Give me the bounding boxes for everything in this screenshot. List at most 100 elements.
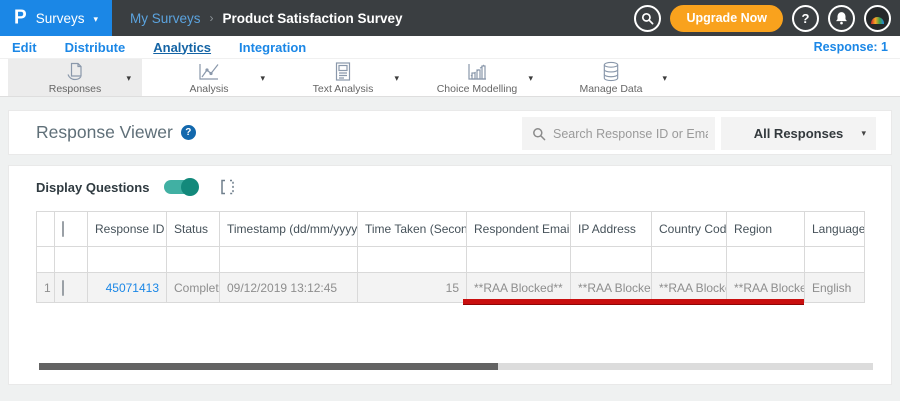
viewer-controls: All Responses ▾ <box>522 117 876 150</box>
row-number-header <box>36 211 55 247</box>
search-icon <box>641 12 654 25</box>
column-label: Respondent Email <box>474 222 571 236</box>
choice-modelling-icon <box>465 61 489 82</box>
response-grid: Response ID▼ Status Timestamp (dd/mm/yyy… <box>36 211 865 303</box>
filter-selected-value: All Responses <box>753 126 844 141</box>
row-checkbox[interactable] <box>62 279 64 296</box>
filter-cell[interactable] <box>466 246 571 273</box>
filter-cell <box>36 246 55 273</box>
col-timestamp[interactable]: Timestamp (dd/mm/yyyy)⇅ <box>219 211 358 247</box>
row-number-cell: 1 <box>36 272 55 303</box>
column-label: Time Taken (Seconds) <box>365 222 467 236</box>
text-analysis-icon <box>333 61 353 82</box>
cell-time-taken: 15 <box>357 272 467 303</box>
col-region[interactable]: Region <box>726 211 805 247</box>
cell-timestamp: 09/12/2019 13:12:45 <box>219 272 358 303</box>
chevron-down-icon[interactable]: ▾ <box>662 73 667 84</box>
cell-respondent-email: **RAA Blocked** <box>466 272 571 303</box>
chevron-down-icon[interactable]: ▾ <box>394 73 399 84</box>
survey-nav: Edit Distribute Analytics Integration Re… <box>0 36 900 58</box>
table-controls: Display Questions <box>36 178 236 196</box>
col-status[interactable]: Status <box>166 211 220 247</box>
surveys-menu[interactable]: P Surveys ▾ <box>0 0 112 36</box>
search-button[interactable] <box>634 4 662 32</box>
topbar-actions: Upgrade Now ? <box>634 4 900 32</box>
response-search-box[interactable] <box>522 117 715 150</box>
col-language[interactable]: Language <box>804 211 865 247</box>
filter-cell[interactable] <box>166 246 220 273</box>
filter-cell <box>54 246 88 273</box>
toolbar-item-manage-data[interactable]: Manage Data ▾ <box>544 59 678 96</box>
bell-icon <box>835 11 848 25</box>
filter-cell[interactable] <box>357 246 467 273</box>
toolbar-item-analysis[interactable]: Analysis ▾ <box>142 59 276 96</box>
cell-country-code: **RAA Blocked** <box>651 272 727 303</box>
cell-status: Completed <box>166 272 220 303</box>
column-label: Response ID <box>95 222 165 236</box>
filter-cell[interactable] <box>651 246 727 273</box>
viewer-help-icon[interactable]: ? <box>180 125 196 140</box>
cell-region: **RAA Blocked** <box>726 272 805 303</box>
response-id-link[interactable]: 45071413 <box>106 281 159 295</box>
filter-cell[interactable] <box>570 246 652 273</box>
horizontal-scrollbar[interactable] <box>39 363 873 370</box>
toolbar-item-choice-modelling[interactable]: Choice Modelling ▾ <box>410 59 544 96</box>
nav-tab-distribute[interactable]: Distribute <box>65 40 126 55</box>
filter-cell[interactable] <box>219 246 358 273</box>
breadcrumb-survey-title: Product Satisfaction Survey <box>222 10 403 26</box>
help-button[interactable]: ? <box>792 4 819 32</box>
toolbar-label: Text Analysis <box>312 82 374 95</box>
col-time-taken[interactable]: Time Taken (Seconds)⇅ <box>357 211 467 247</box>
toolbar-label: Analysis <box>189 82 229 95</box>
column-label: Country Code <box>659 222 727 236</box>
display-questions-toggle[interactable] <box>164 178 200 196</box>
nav-tab-analytics[interactable]: Analytics <box>153 40 211 55</box>
filter-row <box>36 246 865 273</box>
chevron-down-icon: ▾ <box>861 128 866 138</box>
response-viewer-header-card: Response Viewer ? All Responses ▾ <box>8 110 892 155</box>
toolbar-label: Responses <box>48 82 102 95</box>
toggle-knob <box>181 178 200 196</box>
search-icon <box>532 127 546 141</box>
product-menu-label: Surveys <box>35 10 85 26</box>
responses-filter-dropdown[interactable]: All Responses ▾ <box>721 117 876 150</box>
response-table-card: Display Questions Response ID▼ <box>8 165 892 385</box>
manage-data-icon <box>600 61 622 82</box>
row-select-cell <box>54 272 88 303</box>
toolbar-label: Choice Modelling <box>436 82 518 95</box>
column-label: IP Address <box>578 222 636 236</box>
notifications-button[interactable] <box>828 4 855 32</box>
chevron-down-icon[interactable]: ▾ <box>528 73 533 84</box>
cell-ip-address: **RAA Blocked** <box>570 272 652 303</box>
analytics-toolbar: Responses ▾ Analysis ▾ Text Analysis ▾ C… <box>0 58 900 97</box>
responses-icon <box>63 61 87 82</box>
filter-cell[interactable] <box>726 246 805 273</box>
toolbar-item-responses[interactable]: Responses ▾ <box>8 59 142 96</box>
col-respondent-email[interactable]: Respondent Email <box>466 211 571 247</box>
select-all-checkbox[interactable] <box>62 221 64 237</box>
chevron-down-icon[interactable]: ▾ <box>126 73 131 84</box>
question-mark-icon: ? <box>801 10 810 26</box>
scrollbar-thumb[interactable] <box>39 363 498 370</box>
column-label: Language <box>812 222 865 236</box>
cell-language: English <box>804 272 865 303</box>
filter-cell[interactable] <box>87 246 167 273</box>
col-response-id[interactable]: Response ID▼ <box>87 211 167 247</box>
nav-tab-edit[interactable]: Edit <box>12 40 37 55</box>
toolbar-label: Manage Data <box>579 82 643 95</box>
search-input[interactable] <box>553 126 708 141</box>
select-all-cell <box>54 211 88 247</box>
column-fit-button[interactable] <box>219 178 236 196</box>
upgrade-now-button[interactable]: Upgrade Now <box>670 4 783 32</box>
column-label: Timestamp (dd/mm/yyyy) <box>227 222 358 236</box>
chevron-down-icon[interactable]: ▾ <box>260 73 265 84</box>
avatar[interactable] <box>864 4 891 32</box>
filter-cell[interactable] <box>804 246 865 273</box>
breadcrumb-my-surveys[interactable]: My Surveys <box>130 11 201 26</box>
brackets-icon <box>219 178 236 196</box>
col-country-code[interactable]: Country Code <box>651 211 727 247</box>
toolbar-item-text-analysis[interactable]: Text Analysis ▾ <box>276 59 410 96</box>
nav-tab-integration[interactable]: Integration <box>239 40 306 55</box>
page-title: Response Viewer <box>36 122 173 142</box>
col-ip-address[interactable]: IP Address <box>570 211 652 247</box>
